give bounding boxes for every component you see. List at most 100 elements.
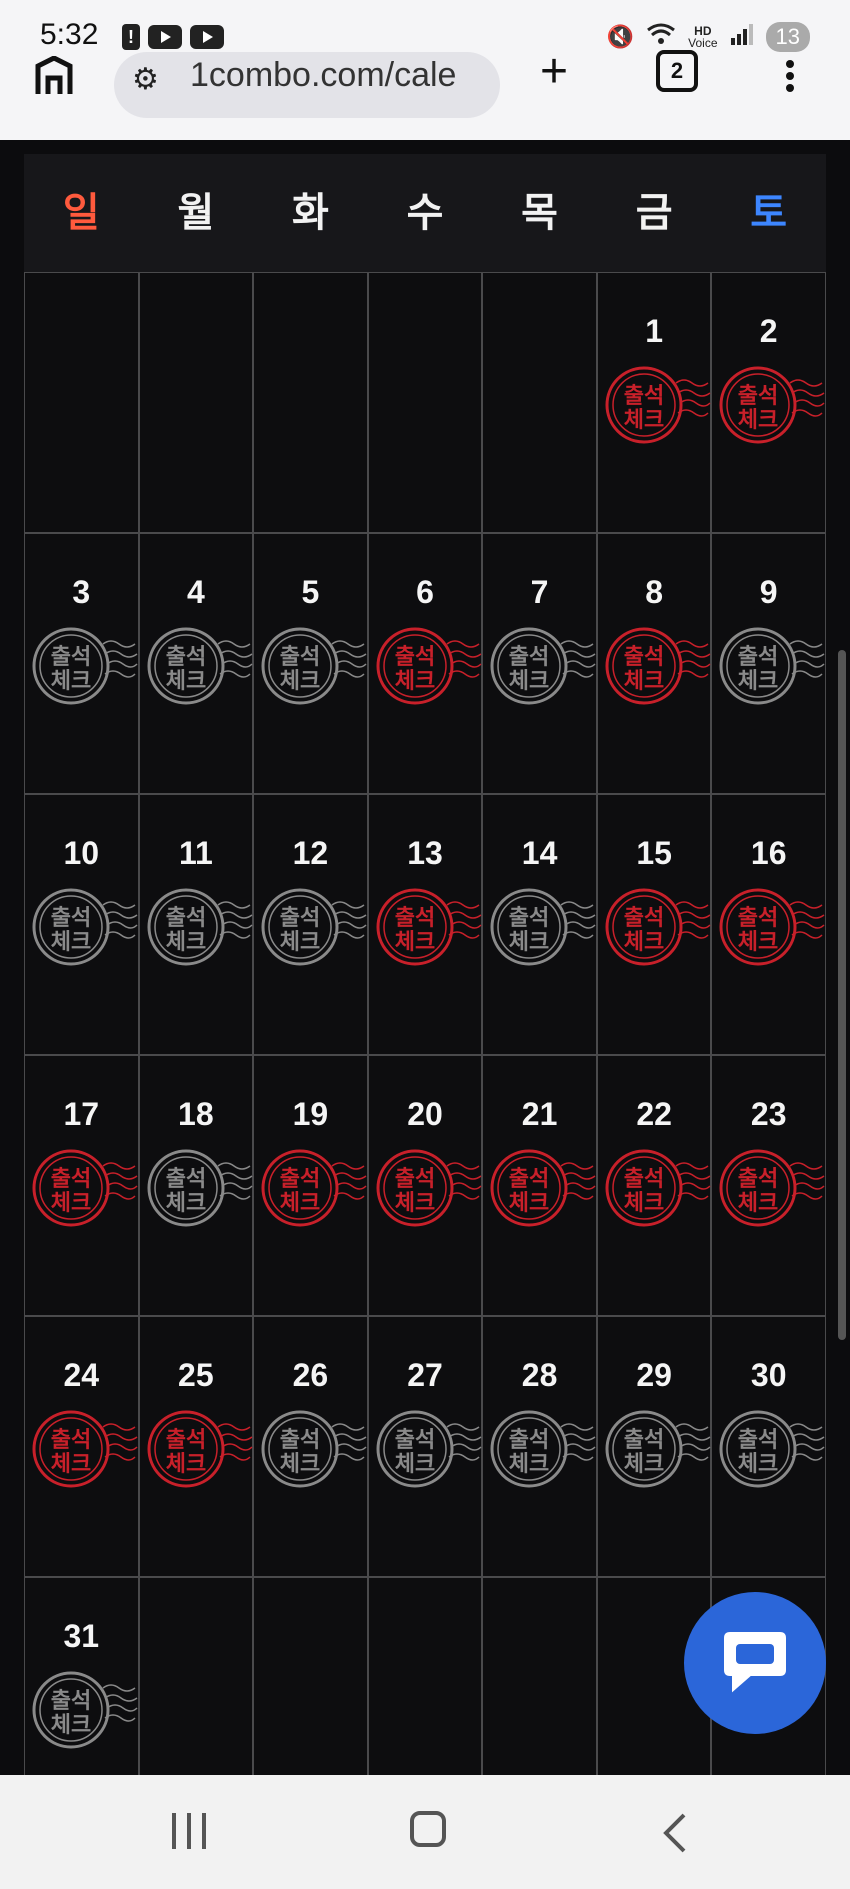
- attendance-stamp-icon: 출석체크: [32, 1410, 138, 1488]
- stamp-text-bottom: 체크: [509, 1191, 549, 1216]
- stamp-text-top: 출석: [51, 906, 91, 931]
- stamp-text-bottom: 체크: [51, 669, 91, 694]
- weekday-label: 수: [406, 191, 444, 235]
- stamp-text-top: 출석: [624, 1167, 664, 1192]
- stamp-text-bottom: 체크: [624, 1452, 664, 1477]
- calendar-day-cell[interactable]: 17 출석 체크: [24, 1055, 139, 1316]
- calendar-day-cell[interactable]: 30 출석 체크: [711, 1316, 826, 1577]
- calendar-day-cell[interactable]: 22 출석 체크: [596, 1055, 712, 1316]
- calendar-day-cell[interactable]: 9 출석 체크: [711, 533, 826, 794]
- attendance-stamp-icon: 출석체크: [605, 1410, 711, 1488]
- tab-switcher-button[interactable]: 2: [656, 50, 698, 92]
- url-text[interactable]: 1combo.com/cale: [190, 56, 456, 95]
- day-number: 14: [521, 835, 558, 871]
- stamp-text-top: 출석: [394, 1167, 434, 1192]
- stamp-text-bottom: 체크: [394, 1452, 434, 1477]
- calendar-day-cell[interactable]: 14 출석 체크: [482, 794, 597, 1055]
- calendar-day-cell[interactable]: 6 출석 체크: [367, 533, 483, 794]
- calendar-day-cell[interactable]: 15 출석 체크: [596, 794, 712, 1055]
- day-number: 6: [416, 574, 434, 610]
- calendar-day-cell[interactable]: 16 출석 체크: [711, 794, 826, 1055]
- browser-top-bar: 5:32 ! 🔇 HD Voice 13 ⚙ 1combo.com/cale + …: [0, 0, 850, 140]
- address-bar[interactable]: ⚙ 1combo.com/cale: [114, 52, 500, 118]
- attendance-stamp-icon: 출석체크: [719, 366, 825, 444]
- calendar-day-cell[interactable]: 25 출석 체크: [138, 1316, 254, 1577]
- attendance-stamp-icon: 출석체크: [147, 1149, 253, 1227]
- day-number: 21: [521, 1096, 558, 1132]
- stamp-text-bottom: 체크: [738, 930, 778, 955]
- attendance-stamp-icon: 출석체크: [32, 888, 138, 966]
- day-number: 3: [72, 574, 91, 610]
- home-icon[interactable]: [34, 55, 74, 96]
- site-settings-icon[interactable]: ⚙: [132, 62, 159, 97]
- calendar-day-cell[interactable]: 26 출석 체크: [253, 1316, 368, 1577]
- more-vert-icon[interactable]: [786, 60, 796, 96]
- calendar-day-cell[interactable]: 13 출석 체크: [367, 794, 483, 1055]
- stamp-text-bottom: 체크: [394, 669, 434, 694]
- calendar-day-cell[interactable]: 4 출석 체크: [138, 533, 254, 794]
- stamp-text-top: 출석: [624, 1428, 664, 1453]
- stamp-text-bottom: 체크: [509, 930, 549, 955]
- calendar-day-cell[interactable]: 27 출석 체크: [367, 1316, 483, 1577]
- calendar-day-cell[interactable]: 1 출석 체크: [596, 272, 712, 533]
- stamp-text-top: 출석: [51, 645, 91, 670]
- page-scrollbar[interactable]: [838, 650, 846, 1340]
- attendance-stamp-icon: 출석체크: [605, 366, 711, 444]
- calendar-day-cell[interactable]: 3 출석 체크: [24, 533, 139, 794]
- chat-button[interactable]: [684, 1592, 826, 1734]
- signal-icon: [730, 22, 754, 52]
- day-number: 15: [636, 835, 672, 871]
- calendar-day-cell[interactable]: 10 출석 체크: [24, 794, 139, 1055]
- stamp-text-bottom: 체크: [624, 669, 664, 694]
- attendance-stamp-icon: 출석체크: [490, 1149, 596, 1227]
- calendar-day-cell[interactable]: 5 출석 체크: [253, 533, 368, 794]
- attendance-stamp-icon: 출석체크: [605, 888, 711, 966]
- calendar-day-cell[interactable]: 2 출석 체크: [711, 272, 826, 533]
- calendar-day-cell[interactable]: 23 출석 체크: [711, 1055, 826, 1316]
- calendar-grid: 1 출석 체크 2 출석 체크 3 출석 체크 4 출석 체크 5 출석 체크 6 출석 체크 7 출석 체크 8 출석 체크…: [24, 272, 826, 1838]
- attendance-stamp-icon: 출석체크: [32, 627, 138, 705]
- calendar-day-cell[interactable]: 21 출석 체크: [482, 1055, 597, 1316]
- day-number: 2: [759, 313, 778, 349]
- stamp-text-bottom: 체크: [165, 1191, 205, 1216]
- calendar-empty-cell: [138, 272, 254, 533]
- day-number: 1: [645, 313, 664, 349]
- day-number: 8: [645, 574, 664, 610]
- recent-apps-icon[interactable]: [172, 1813, 206, 1849]
- home-nav-icon[interactable]: [410, 1811, 446, 1847]
- calendar-day-cell[interactable]: 7 출석 체크: [482, 533, 597, 794]
- weekday-label: 화: [292, 191, 329, 235]
- attendance-stamp-icon: 출석체크: [605, 627, 711, 705]
- calendar-day-cell[interactable]: 28 출석 체크: [482, 1316, 597, 1577]
- stamp-text-bottom: 체크: [165, 930, 205, 955]
- stamp-text-bottom: 체크: [280, 669, 320, 694]
- stamp-text-bottom: 체크: [738, 669, 778, 694]
- stamp-text-bottom: 체크: [509, 669, 549, 694]
- attendance-stamp-icon: 출석체크: [719, 627, 825, 705]
- calendar-day-cell[interactable]: 29 출석 체크: [596, 1316, 712, 1577]
- back-icon[interactable]: [660, 1813, 690, 1858]
- calendar-day-cell[interactable]: 8 출석 체크: [596, 533, 712, 794]
- calendar-day-cell[interactable]: 18 출석 체크: [138, 1055, 254, 1316]
- day-number: 12: [292, 835, 329, 871]
- attendance-stamp-icon: 출석체크: [261, 1410, 367, 1488]
- calendar-day-cell[interactable]: 19 출석 체크: [253, 1055, 368, 1316]
- stamp-text-top: 출석: [509, 645, 549, 670]
- calendar-day-cell[interactable]: 12 출석 체크: [253, 794, 368, 1055]
- calendar-day-cell[interactable]: 11 출석 체크: [138, 794, 254, 1055]
- stamp-text-bottom: 체크: [51, 1713, 91, 1738]
- wifi-icon: [646, 22, 676, 52]
- weekday-label: 일: [62, 191, 100, 235]
- stamp-text-top: 출석: [738, 1428, 778, 1453]
- stamp-text-top: 출석: [280, 645, 320, 670]
- calendar-day-cell[interactable]: 20 출석 체크: [367, 1055, 483, 1316]
- stamp-text-bottom: 체크: [394, 1191, 434, 1216]
- new-tab-button[interactable]: +: [540, 48, 568, 96]
- stamp-text-top: 출석: [51, 1167, 91, 1192]
- day-number: 10: [63, 835, 100, 871]
- calendar-day-cell[interactable]: 24 출석 체크: [24, 1316, 139, 1577]
- weekday-label: 목: [521, 191, 558, 235]
- day-number: 27: [407, 1357, 443, 1393]
- stamp-text-bottom: 체크: [280, 1191, 320, 1216]
- system-status-icons: 🔇 HD Voice 13: [607, 22, 810, 52]
